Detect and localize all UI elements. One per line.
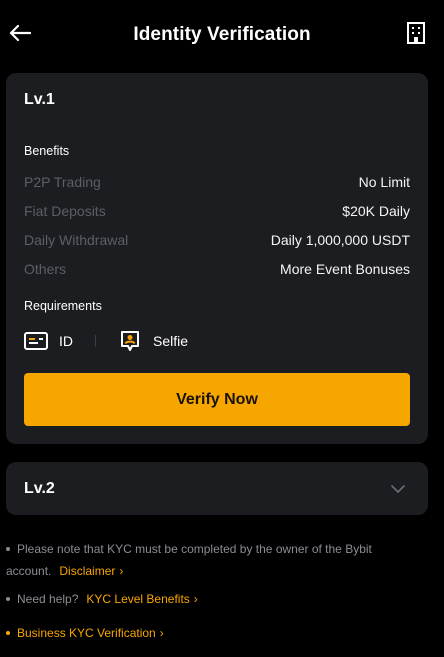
note-item: Business KYC Verification › <box>6 622 426 644</box>
kyc-level-benefits-link[interactable]: KYC Level Benefits › <box>86 592 197 606</box>
divider <box>95 335 96 347</box>
chevron-right-icon: › <box>193 592 198 606</box>
benefit-name: Fiat Deposits <box>24 203 106 219</box>
benefit-row: Fiat Deposits $20K Daily <box>24 201 410 221</box>
chevron-right-icon: › <box>159 626 164 640</box>
business-button[interactable] <box>404 21 428 45</box>
note-text: Need help? <box>17 592 79 606</box>
note-item: Please note that KYC must be completed b… <box>6 538 426 582</box>
benefit-row: Daily Withdrawal Daily 1,000,000 USDT <box>24 230 410 250</box>
requirements-label: Requirements <box>24 299 102 313</box>
disclaimer-link-label: Disclaimer <box>59 564 116 578</box>
bullet-icon <box>6 546 10 551</box>
header: Identity Verification <box>0 0 444 70</box>
chevron-down-icon[interactable] <box>390 481 406 497</box>
kyc-level-benefits-label: KYC Level Benefits <box>86 592 190 606</box>
benefit-name: Daily Withdrawal <box>24 232 129 248</box>
page-title: Identity Verification <box>133 24 311 45</box>
benefit-value: $20K Daily <box>342 203 410 219</box>
selfie-icon <box>118 331 142 351</box>
bullet-icon <box>6 596 10 601</box>
benefit-value: Daily 1,000,000 USDT <box>270 232 410 248</box>
chevron-right-icon: › <box>119 564 124 578</box>
requirements-list: ID Selfie <box>24 329 188 353</box>
lv2-card[interactable]: Lv.2 <box>6 462 428 515</box>
disclaimer-link[interactable]: Disclaimer › <box>59 564 123 578</box>
benefit-row: Others More Event Bonuses <box>24 259 410 279</box>
requirement-id-label: ID <box>59 333 73 349</box>
bullet-icon <box>6 630 10 635</box>
benefits-label: Benefits <box>24 144 70 158</box>
building-icon <box>407 22 425 44</box>
business-kyc-link[interactable]: Business KYC Verification › <box>17 626 164 640</box>
benefit-row: P2P Trading No Limit <box>24 172 410 192</box>
back-button[interactable] <box>8 21 32 45</box>
lv1-title: Lv.1 <box>24 91 55 108</box>
note-item: Need help? KYC Level Benefits › <box>6 588 426 610</box>
identity-verification-page: Identity Verification Lv.1 Benefits P2P … <box>0 0 444 657</box>
benefit-name: P2P Trading <box>24 174 101 190</box>
benefit-value: More Event Bonuses <box>280 261 410 277</box>
id-card-icon <box>24 331 48 351</box>
benefit-name: Others <box>24 261 67 277</box>
benefit-value: No Limit <box>358 174 410 190</box>
arrow-left-icon <box>9 24 31 42</box>
lv1-card: Lv.1 Benefits P2P Trading No Limit Fiat … <box>6 73 428 444</box>
business-kyc-label: Business KYC Verification <box>17 626 156 640</box>
requirement-selfie-label: Selfie <box>153 333 189 349</box>
lv2-title: Lv.2 <box>24 480 55 497</box>
verify-now-button[interactable]: Verify Now <box>24 373 410 426</box>
